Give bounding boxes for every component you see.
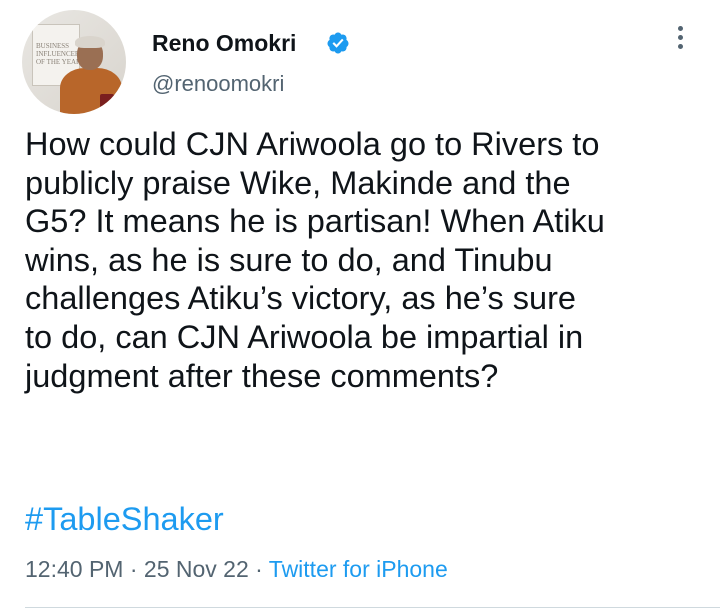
meta-separator: ·: [123, 556, 144, 582]
tweet-source-link[interactable]: Twitter for iPhone: [269, 556, 448, 582]
tweet-text: How could CJN Ariwoola go to Rivers to p…: [25, 126, 605, 394]
avatar-poster-line-2: INFLUENCER: [36, 50, 80, 58]
author-handle[interactable]: @renoomokri: [152, 71, 284, 97]
avatar-person-hair: [75, 36, 105, 48]
avatar-poster-line-3: OF THE YEAR: [36, 58, 81, 66]
verified-badge-icon: [327, 32, 349, 54]
tweet-metadata: 12:40 PM · 25 Nov 22 · Twitter for iPhon…: [25, 556, 448, 583]
author-name[interactable]: Reno Omokri: [152, 30, 296, 57]
more-dot: [677, 35, 683, 40]
divider: [25, 607, 720, 608]
tweet-date[interactable]: 25 Nov 22: [144, 556, 249, 582]
tweet-time[interactable]: 12:40 PM: [25, 556, 123, 582]
avatar-poster-line-1: BUSINESS: [36, 42, 70, 50]
more-dot: [677, 26, 683, 31]
more-dot: [677, 44, 683, 49]
more-options-icon[interactable]: [670, 26, 690, 54]
hashtag-link[interactable]: #TableShaker: [25, 501, 224, 538]
avatar-stand: [100, 94, 114, 110]
avatar[interactable]: BUSINESS INFLUENCER OF THE YEAR: [22, 10, 126, 114]
meta-separator: ·: [248, 556, 269, 582]
